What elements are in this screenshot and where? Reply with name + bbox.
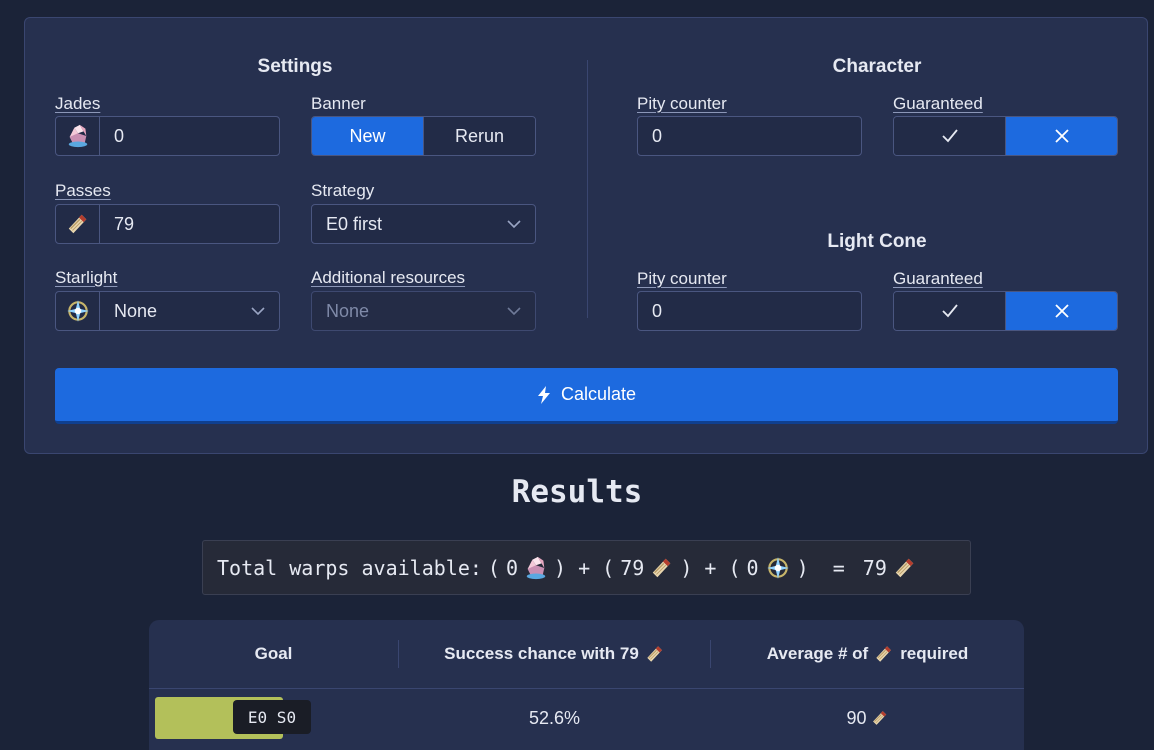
lightning-icon xyxy=(537,385,550,404)
pass-icon xyxy=(875,645,892,663)
starlight-select[interactable]: None xyxy=(55,291,280,331)
banner-label: Banner xyxy=(311,94,366,113)
total-passes-value: 79 xyxy=(620,555,645,580)
additional-resources-value: None xyxy=(326,300,370,321)
goal-label: E0 S0 xyxy=(233,700,311,734)
success-chance-cell: 52.6% xyxy=(528,707,581,728)
chevron-down-icon xyxy=(507,306,521,316)
starlight-icon xyxy=(765,555,790,580)
total-warps-label: Total warps available: xyxy=(217,555,482,580)
light-cone-pity-input[interactable]: 0 xyxy=(637,291,862,331)
results-table-header: Goal Success chance with 79 Average # of… xyxy=(149,620,1024,689)
check-icon xyxy=(941,304,958,318)
character-guaranteed-yes-button[interactable] xyxy=(894,117,1005,155)
settings-panel: Settings Jades 0 Banner New Rerun Passes… xyxy=(24,17,1148,454)
banner-toggle: New Rerun xyxy=(311,116,536,156)
light-cone-pity-label[interactable]: Pity counter xyxy=(637,269,727,289)
starlight-value: None xyxy=(114,300,158,321)
average-required-cell: 90 xyxy=(711,689,1024,747)
character-pity-label[interactable]: Pity counter xyxy=(637,94,727,114)
total-warps-summary: Total warps available: ( 0 ) + ( 79 ) + … xyxy=(202,540,971,595)
calculate-label: Calculate xyxy=(560,384,637,404)
close-icon xyxy=(1054,129,1069,143)
settings-title: Settings xyxy=(257,56,333,77)
banner-new-button[interactable]: New xyxy=(312,117,423,155)
results-table: Goal Success chance with 79 Average # of… xyxy=(149,620,1024,750)
table-row: E0 S0 52.6% 90 xyxy=(149,689,1024,750)
close-icon xyxy=(1054,304,1069,318)
passes-input[interactable]: 79 xyxy=(100,214,279,235)
total-starlight-value: 0 xyxy=(746,555,759,580)
check-icon xyxy=(941,129,958,143)
banner-rerun-button[interactable]: Rerun xyxy=(423,117,535,155)
character-title: Character xyxy=(832,56,922,77)
additional-resources-label[interactable]: Additional resources xyxy=(311,268,465,288)
total-jades-value: 0 xyxy=(505,555,518,580)
column-divider xyxy=(587,60,588,318)
character-guaranteed-no-button[interactable] xyxy=(1005,117,1117,155)
pass-icon xyxy=(56,205,100,243)
light-cone-guaranteed-yes-button[interactable] xyxy=(894,292,1005,330)
light-cone-title: Light Cone xyxy=(827,231,927,252)
light-cone-guaranteed-no-button[interactable] xyxy=(1005,292,1117,330)
light-cone-guaranteed-toggle xyxy=(893,291,1118,331)
total-result-value: 79 xyxy=(862,555,887,580)
jades-input[interactable]: 0 xyxy=(100,126,279,147)
results-title: Results xyxy=(511,474,643,510)
chevron-down-icon xyxy=(507,219,521,229)
jades-label[interactable]: Jades xyxy=(55,94,100,114)
character-guaranteed-toggle xyxy=(893,116,1118,156)
passes-field[interactable]: 79 xyxy=(55,204,280,244)
passes-label[interactable]: Passes xyxy=(55,181,111,201)
strategy-value: E0 first xyxy=(326,213,383,234)
light-cone-pity-value[interactable]: 0 xyxy=(638,301,861,322)
character-pity-input[interactable]: 0 xyxy=(637,116,862,156)
calculate-button[interactable]: Calculate xyxy=(55,368,1118,424)
pass-icon xyxy=(894,557,914,578)
character-guaranteed-label[interactable]: Guaranteed xyxy=(893,94,983,114)
pass-icon xyxy=(652,557,672,578)
strategy-label: Strategy xyxy=(311,181,375,200)
jades-field[interactable]: 0 xyxy=(55,116,280,156)
light-cone-guaranteed-label[interactable]: Guaranteed xyxy=(893,269,983,289)
jade-icon xyxy=(526,556,546,579)
additional-resources-select[interactable]: None xyxy=(311,291,536,331)
chevron-down-icon xyxy=(251,306,265,316)
starlight-icon xyxy=(56,292,100,330)
pass-icon xyxy=(872,710,887,726)
starlight-label[interactable]: Starlight xyxy=(55,268,117,288)
goal-column-header: Goal xyxy=(254,644,293,663)
pass-icon xyxy=(646,645,663,663)
character-pity-value[interactable]: 0 xyxy=(638,126,861,147)
jade-icon xyxy=(56,117,100,155)
average-column-header: Average # of required xyxy=(766,644,969,663)
success-column-header: Success chance with 79 xyxy=(399,620,710,688)
strategy-select[interactable]: E0 first xyxy=(311,204,536,244)
